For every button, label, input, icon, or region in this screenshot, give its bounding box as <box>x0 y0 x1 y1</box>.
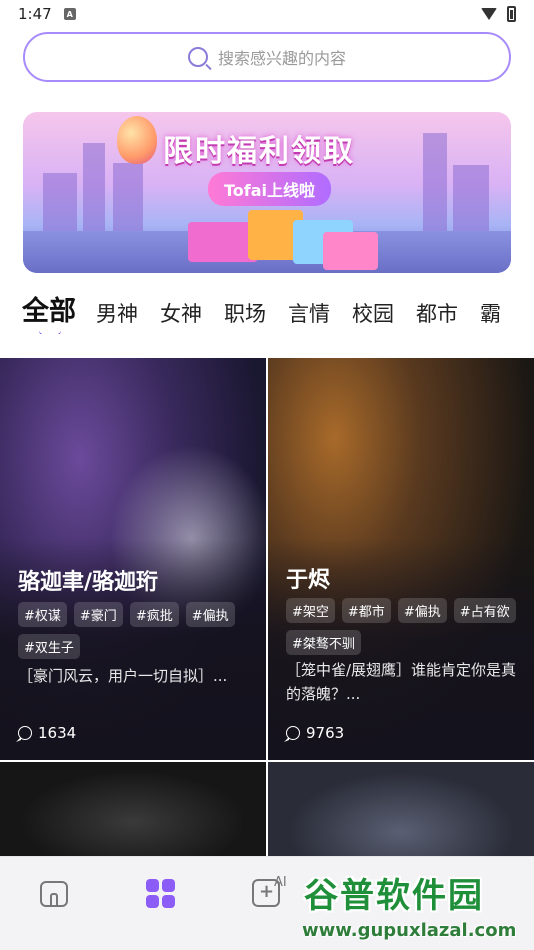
comment-icon <box>18 726 32 740</box>
card-tag: #桀骜不驯 <box>286 630 361 655</box>
watermark-title: 谷普软件园 <box>304 876 484 916</box>
ai-create-nav-button[interactable]: + AI <box>250 875 287 911</box>
plus-icon: + <box>259 881 275 902</box>
card-title: 骆迦聿/骆迦珩 <box>18 570 159 595</box>
grid-icon-part <box>162 895 175 908</box>
tab-campus[interactable]: 校园 <box>352 298 394 334</box>
character-card[interactable]: 于烬 #架空 #都市 #偏执 #占有欲 #桀骜不驯 ［笼中雀/展翅鹰］谁能肯定你… <box>268 358 534 760</box>
tab-female[interactable]: 女神 <box>160 298 202 334</box>
category-tabs: 全部 男神 女神 职场 言情 校园 都市 霸 <box>0 290 534 334</box>
card-tag: #占有欲 <box>453 598 516 623</box>
search-input[interactable]: 搜索感兴趣的内容 <box>23 32 511 82</box>
status-right <box>481 6 516 22</box>
active-tab-indicator <box>39 330 61 334</box>
card-title: 于烬 <box>286 568 331 593</box>
grid-icon <box>146 879 159 892</box>
comment-icon <box>286 726 300 740</box>
comment-count: 1634 <box>18 724 76 742</box>
battery-icon <box>507 6 516 22</box>
card-description: ［笼中雀/展翅鹰］谁能肯定你是真的落魄？... <box>286 661 517 703</box>
watermark: 谷普软件园 www.gupuxlazal.com <box>298 868 534 950</box>
banner-tag: Tofai上线啦 <box>208 172 332 206</box>
notification-icon: A <box>63 8 76 20</box>
card-tag: #都市 <box>341 598 391 623</box>
tab-romance[interactable]: 言情 <box>288 298 330 334</box>
status-left: 1:47 A <box>18 5 76 23</box>
comment-count: 9763 <box>286 724 344 742</box>
gift-box-icon <box>323 232 378 270</box>
tab-overlord[interactable]: 霸 <box>480 298 501 334</box>
promo-banner[interactable]: 限时福利领取 Tofai上线啦 <box>23 112 511 273</box>
card-tag: #偏执 <box>397 598 447 623</box>
banner-title: 限时福利领取 <box>163 134 355 169</box>
card-tags: #权谋 #豪门 #疯批 #偏执 #双生子 <box>18 602 248 659</box>
grid-icon-part <box>162 879 175 892</box>
tab-all[interactable]: 全部 <box>22 290 76 334</box>
card-tag: #豪门 <box>73 602 123 627</box>
card-tag: #双生子 <box>18 634 80 659</box>
search-placeholder: 搜索感兴趣的内容 <box>217 49 346 68</box>
character-image <box>268 762 534 862</box>
card-tags: #架空 #都市 #偏执 #占有欲 #桀骜不驯 <box>286 598 516 655</box>
banner-building <box>423 133 447 243</box>
comment-count-value: 1634 <box>38 724 77 742</box>
card-tag: #偏执 <box>185 602 235 627</box>
status-bar: 1:47 A <box>0 0 534 28</box>
card-tag: #架空 <box>286 598 335 623</box>
character-image <box>0 762 266 862</box>
ai-label: AI <box>274 875 287 890</box>
hot-air-balloon-icon <box>117 116 157 164</box>
home-door <box>50 893 58 905</box>
grid-icon-part <box>146 895 159 908</box>
tab-label: 全部 <box>22 296 76 327</box>
discover-nav-button[interactable] <box>143 875 179 911</box>
tab-male[interactable]: 男神 <box>96 298 138 334</box>
card-description: ［豪门风云，用户一切自拟］... <box>18 667 228 685</box>
home-nav-button[interactable] <box>36 875 72 911</box>
wifi-icon <box>481 8 497 20</box>
character-card[interactable] <box>0 762 266 862</box>
tab-workplace[interactable]: 职场 <box>224 298 266 334</box>
watermark-url: www.gupuxlazal.com <box>302 920 517 941</box>
character-card[interactable] <box>268 762 534 862</box>
card-tag: #疯批 <box>129 602 179 627</box>
banner-building <box>83 143 105 243</box>
card-tag: #权谋 <box>18 602 67 627</box>
status-time: 1:47 <box>18 5 52 23</box>
search-icon <box>187 47 208 67</box>
tab-city[interactable]: 都市 <box>416 298 458 334</box>
comment-count-value: 9763 <box>306 724 345 742</box>
character-card[interactable]: 骆迦聿/骆迦珩 #权谋 #豪门 #疯批 #偏执 #双生子 ［豪门风云，用户一切自… <box>0 358 266 760</box>
